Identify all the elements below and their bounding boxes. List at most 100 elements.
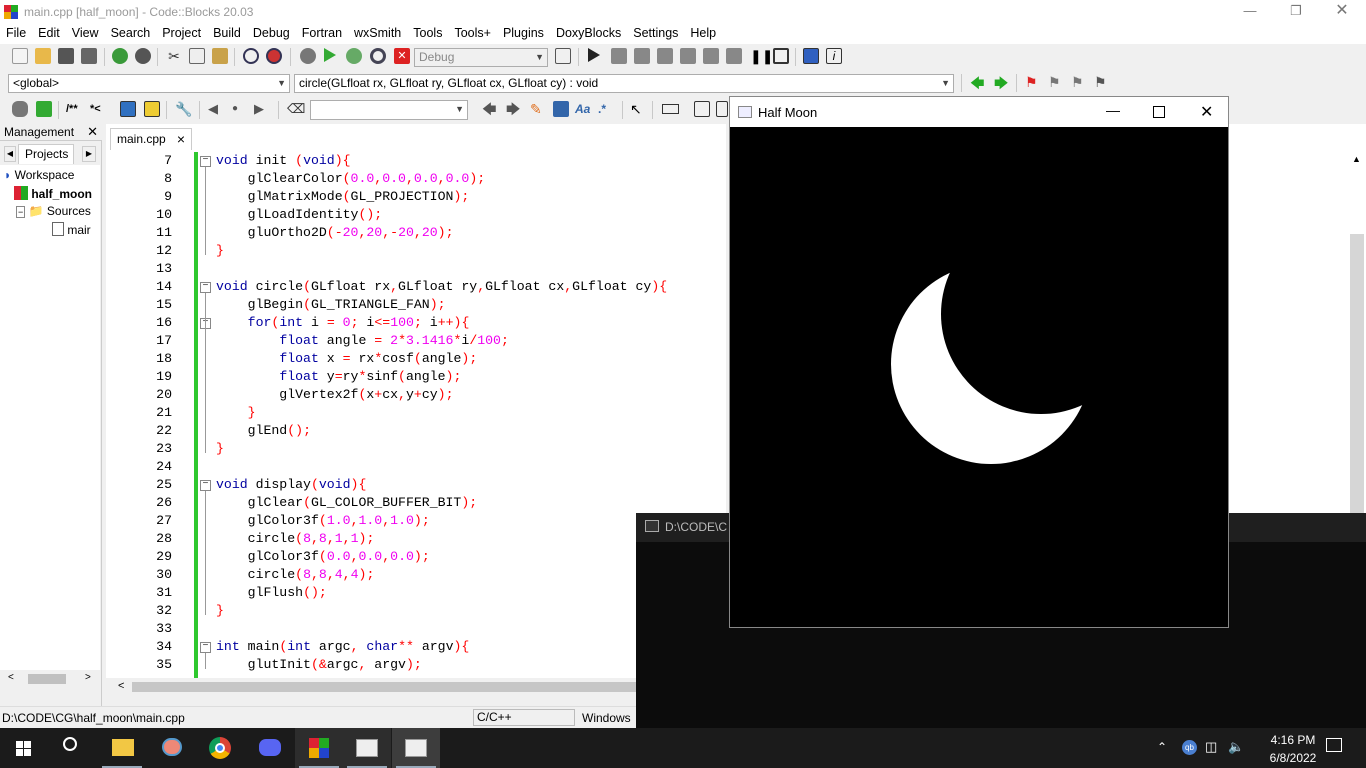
paint-app-icon[interactable] [148, 728, 196, 768]
code-line[interactable]: glClear(GL_COLOR_BUFFER_BIT); [216, 495, 478, 510]
copy-icon[interactable] [189, 48, 205, 64]
file-explorer-icon[interactable] [98, 728, 146, 768]
tray-chevron-icon[interactable]: ⌃ [1157, 740, 1167, 754]
save-all-icon[interactable] [81, 48, 97, 64]
forward-arrow-icon[interactable]: 🡆 [994, 76, 1010, 92]
chrome-icon[interactable] [196, 728, 244, 768]
close-button[interactable]: ✕ [1319, 0, 1365, 24]
fold-toggle-icon[interactable]: − [200, 480, 211, 491]
pointer-icon[interactable]: ↖ [630, 101, 646, 117]
next-instruction-icon[interactable] [703, 48, 719, 64]
close-management-icon[interactable]: ✕ [87, 124, 98, 140]
regex-icon[interactable]: .* [598, 101, 614, 117]
replace-icon[interactable] [266, 48, 282, 64]
menu-debug[interactable]: Debug [247, 24, 296, 42]
build-run-icon[interactable] [346, 48, 362, 64]
tree-hscrollbar[interactable]: < > [0, 670, 100, 688]
menu-search[interactable]: Search [105, 24, 157, 42]
code-line[interactable]: float x = rx*cosf(angle); [216, 351, 477, 366]
minimize-button[interactable]: — [1227, 0, 1273, 24]
debug-continue-icon[interactable] [588, 48, 600, 62]
info-icon[interactable]: i [826, 48, 842, 64]
paste-icon[interactable] [212, 48, 228, 64]
save-icon[interactable] [58, 48, 74, 64]
notifications-icon[interactable] [1326, 738, 1342, 752]
half-moon-titlebar[interactable]: Half Moon — ✕ [730, 97, 1228, 127]
run-to-cursor-icon[interactable] [611, 48, 627, 64]
clock-date[interactable]: 6/8/2022 [1254, 751, 1332, 765]
network-icon[interactable]: ◫ [1205, 739, 1217, 755]
code-line[interactable]: glMatrixMode(GL_PROJECTION); [216, 189, 470, 204]
bookmark-toggle-icon[interactable]: ⚑ [1025, 74, 1041, 90]
codeblocks-taskbar-icon[interactable] [295, 728, 343, 768]
code-line[interactable]: float y=ry*sinf(angle); [216, 369, 461, 384]
code-line[interactable]: glClearColor(0.0,0.0,0.0,0.0); [216, 171, 486, 186]
block-comment-icon[interactable]: /** [66, 101, 86, 117]
tree-item-main-cpp[interactable]: mair [52, 222, 91, 237]
build-target-select[interactable]: Debug ▼ [414, 48, 548, 67]
fold-toggle-icon[interactable]: − [200, 156, 211, 167]
start-button[interactable] [0, 728, 48, 768]
tab-projects[interactable]: Projects [18, 144, 74, 164]
gl-close-button[interactable]: ✕ [1200, 102, 1213, 122]
find-prev-icon[interactable]: 🡄 [482, 102, 498, 118]
code-line[interactable]: glBegin(GL_TRIANGLE_FAN); [216, 297, 446, 312]
restore-button[interactable]: ❐ [1273, 0, 1319, 24]
menu-plugins[interactable]: Plugins [497, 24, 550, 42]
code-line[interactable]: glEnd(); [216, 423, 311, 438]
code-line[interactable]: void circle(GLfloat rx,GLfloat ry,GLfloa… [216, 279, 667, 294]
search-taskbar-icon[interactable] [48, 728, 96, 768]
discord-icon[interactable] [246, 728, 294, 768]
menu-view[interactable]: View [66, 24, 105, 42]
show-targets-icon[interactable] [555, 48, 571, 64]
menu-wxsmith[interactable]: wxSmith [348, 24, 407, 42]
step-instruction-icon[interactable] [726, 48, 742, 64]
stop-debugger-icon[interactable] [773, 48, 789, 64]
console-taskbar-icon[interactable] [392, 728, 440, 768]
pause-icon[interactable]: ❚❚ [750, 48, 773, 64]
code-line[interactable]: int main(int argc, char** argv){ [216, 639, 469, 654]
code-line[interactable]: glColor3f(1.0,1.0,1.0); [216, 513, 430, 528]
jump-forward-icon[interactable]: ▶ [254, 102, 270, 118]
code-line[interactable]: circle(8,8,4,4); [216, 567, 375, 582]
step-out-icon[interactable] [680, 48, 696, 64]
menu-fortran[interactable]: Fortran [296, 24, 348, 42]
text-box-icon[interactable] [716, 101, 728, 117]
doxy-run-icon[interactable] [36, 101, 52, 117]
frame-icon[interactable] [694, 101, 710, 117]
selected-text-icon[interactable] [553, 101, 569, 117]
rebuild-icon[interactable] [370, 48, 386, 64]
scroll-right-icon[interactable]: > [85, 672, 91, 683]
code-line[interactable]: gluOrtho2D(-20,20,-20,20); [216, 225, 454, 240]
rectangle-icon[interactable] [662, 104, 679, 114]
bookmark-prev-icon[interactable]: ⚑ [1048, 74, 1064, 90]
line-comment-icon[interactable]: *< [90, 101, 108, 117]
editor-hscrollbar[interactable]: < [106, 678, 726, 696]
doxy-html-icon[interactable] [144, 101, 160, 117]
code-line[interactable]: circle(8,8,1,1); [216, 531, 375, 546]
doxyblocks-icon[interactable] [12, 101, 28, 117]
code-line[interactable]: } [216, 405, 256, 420]
function-select[interactable]: circle(GLfloat rx, GLfloat ry, GLfloat c… [294, 74, 954, 93]
cut-icon[interactable]: ✂ [166, 48, 182, 64]
next-line-icon[interactable] [634, 48, 650, 64]
back-arrow-icon[interactable]: 🡄 [970, 76, 986, 92]
open-file-icon[interactable] [35, 48, 51, 64]
clear-search-icon[interactable]: ⌫ [287, 101, 305, 117]
find-next-icon[interactable]: 🡆 [506, 102, 522, 118]
half-moon-window[interactable]: Half Moon — ✕ [729, 96, 1229, 628]
close-tab-icon[interactable]: × [177, 129, 185, 149]
menu-settings[interactable]: Settings [627, 24, 684, 42]
wrench-icon[interactable]: 🔧 [175, 101, 192, 117]
doxywizard-icon[interactable] [120, 101, 136, 117]
scope-select[interactable]: <global> ▼ [8, 74, 290, 93]
code-line[interactable]: glVertex2f(x+cx,y+cy); [216, 387, 453, 402]
menu-tools[interactable]: Tools [407, 24, 448, 42]
abort-icon[interactable]: ✕ [394, 48, 410, 64]
code-line[interactable]: void display(void){ [216, 477, 366, 492]
new-file-icon[interactable] [12, 48, 28, 64]
menu-tools-plus[interactable]: Tools+ [448, 24, 496, 42]
qbittorrent-tray-icon[interactable]: qb [1182, 740, 1197, 755]
scroll-left-icon[interactable]: < [8, 672, 14, 683]
code-line[interactable]: glutInit(&argc, argv); [216, 657, 422, 672]
